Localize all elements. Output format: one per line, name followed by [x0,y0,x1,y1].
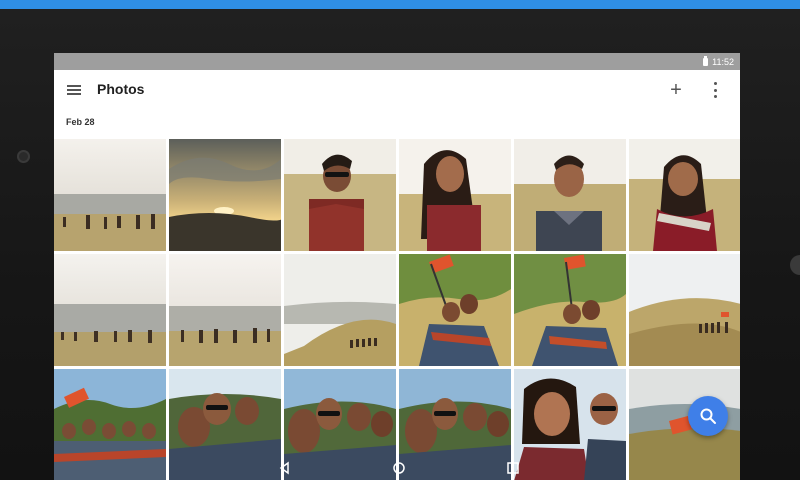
status-time: 11:52 [712,56,734,67]
photo-thumbnail[interactable] [399,254,511,366]
photo-grid [54,139,740,480]
photo-thumbnail[interactable] [399,139,511,251]
photo-thumbnail[interactable] [284,254,396,366]
search-fab[interactable] [688,396,728,436]
screen: 11:52 Photos + Feb 28 [54,53,740,480]
back-icon[interactable] [278,461,292,475]
date-label: Feb 28 [66,117,95,127]
photo-thumbnail[interactable] [169,254,281,366]
section-header: Feb 28 [54,110,740,139]
photo-thumbnail[interactable] [169,139,281,251]
menu-icon[interactable] [67,85,81,95]
more-vert-icon[interactable] [710,82,720,98]
home-icon[interactable] [392,461,406,475]
battery-icon [703,55,709,66]
photo-thumbnail[interactable] [629,139,740,251]
photo-thumbnail[interactable] [514,254,626,366]
app-bar: Photos + [54,70,740,110]
status-bar: 11:52 [54,53,740,70]
search-icon [700,408,716,424]
photo-thumbnail[interactable] [54,254,166,366]
top-stripe [0,0,800,9]
navigation-bar [54,458,740,480]
photo-thumbnail[interactable] [514,139,626,251]
add-icon[interactable]: + [666,80,686,100]
camera-lens [17,150,30,163]
photo-thumbnail[interactable] [284,139,396,251]
recent-apps-icon[interactable] [506,461,520,475]
photo-thumbnail[interactable] [54,139,166,251]
app-title: Photos [97,81,145,97]
photo-thumbnail[interactable] [629,254,740,366]
